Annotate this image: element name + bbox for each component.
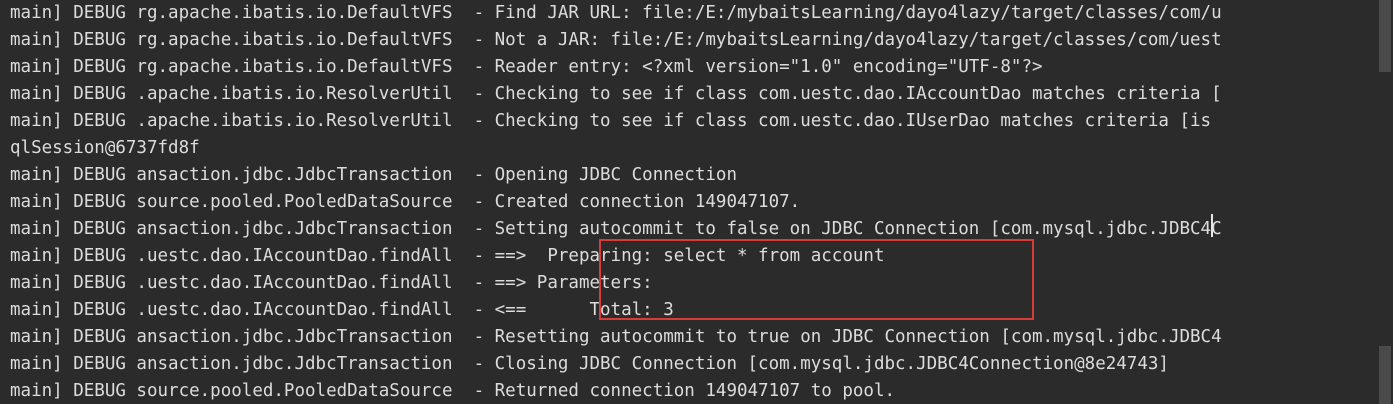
log-line: main] DEBUG .uestc.dao.IAccountDao.findA…	[10, 300, 674, 320]
console-output-panel[interactable]: main] DEBUG rg.apache.ibatis.io.DefaultV…	[0, 0, 1393, 404]
log-line: main] DEBUG source.pooled.PooledDataSour…	[10, 192, 801, 212]
scrollbar-thumb-lower[interactable]	[1379, 346, 1391, 404]
log-line: main] DEBUG rg.apache.ibatis.io.DefaultV…	[10, 57, 1043, 77]
console-lines: main] DEBUG rg.apache.ibatis.io.DefaultV…	[10, 0, 1377, 404]
scrollbar-thumb[interactable]	[1379, 0, 1391, 72]
log-line: main] DEBUG source.pooled.PooledDataSour…	[10, 381, 896, 401]
log-line: main] DEBUG .apache.ibatis.io.ResolverUt…	[10, 111, 1212, 131]
log-line: qlSession@6737fd8f	[10, 138, 200, 158]
log-line: main] DEBUG .uestc.dao.IAccountDao.findA…	[10, 246, 885, 266]
log-line: main] DEBUG ansaction.jdbc.JdbcTransacti…	[10, 354, 1169, 374]
log-line: main] DEBUG rg.apache.ibatis.io.DefaultV…	[10, 3, 1222, 23]
vertical-scrollbar[interactable]	[1377, 0, 1393, 404]
log-line: main] DEBUG ansaction.jdbc.JdbcTransacti…	[10, 165, 737, 185]
log-line: main] DEBUG .apache.ibatis.io.ResolverUt…	[10, 84, 1222, 104]
log-line: main] DEBUG ansaction.jdbc.JdbcTransacti…	[10, 219, 1222, 239]
log-line: main] DEBUG .uestc.dao.IAccountDao.findA…	[10, 273, 653, 293]
log-line: main] DEBUG ansaction.jdbc.JdbcTransacti…	[10, 327, 1222, 347]
text-cursor	[1211, 214, 1213, 237]
log-line: main] DEBUG rg.apache.ibatis.io.DefaultV…	[10, 30, 1222, 50]
